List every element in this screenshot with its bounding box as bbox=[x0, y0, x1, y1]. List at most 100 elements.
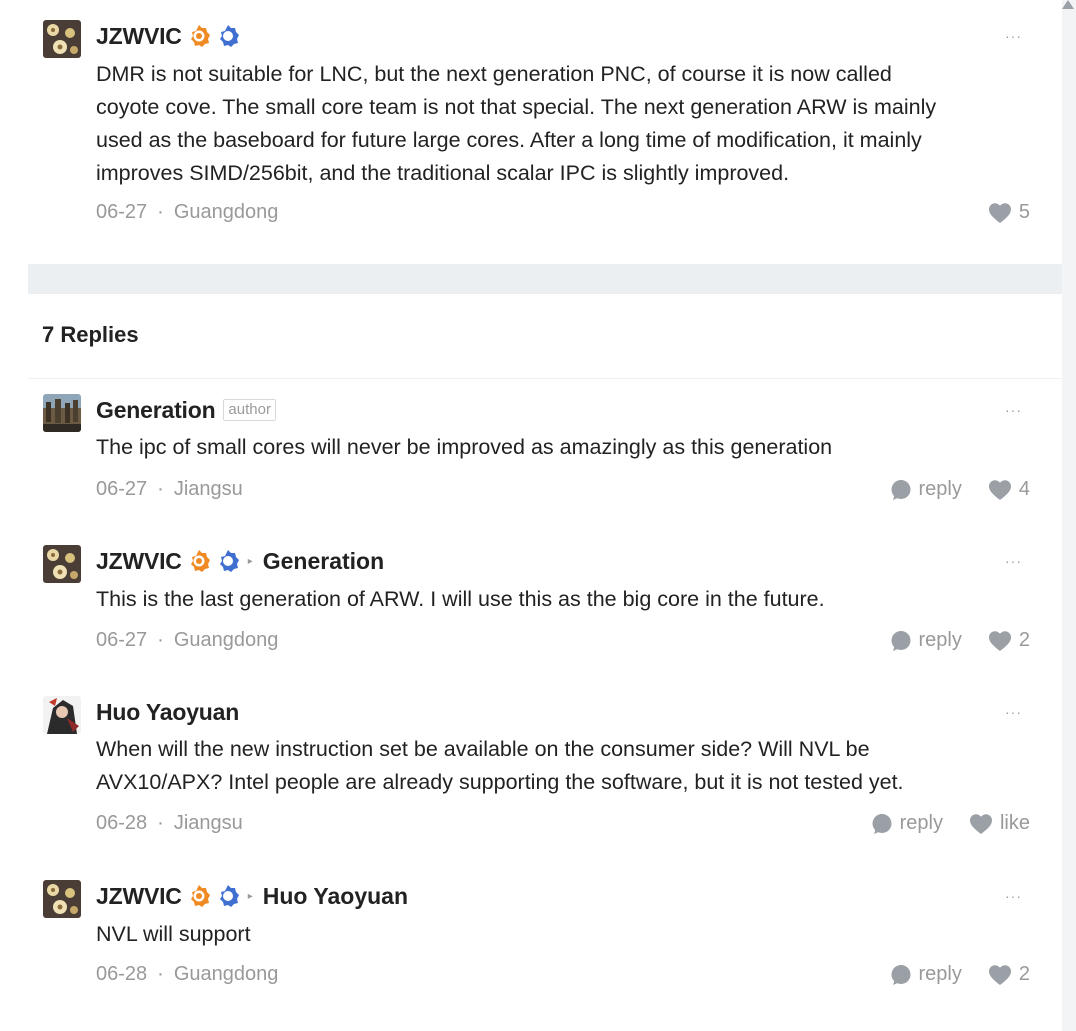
avatar[interactable] bbox=[43, 545, 81, 583]
reply-header: JZWVIC ▸ Generation bbox=[96, 546, 384, 576]
section-divider bbox=[28, 264, 1062, 294]
comment-thread-page: JZWVIC ··· DMR is not suitable for LNC, … bbox=[0, 0, 1076, 1031]
reply-button[interactable]: reply bbox=[890, 629, 962, 652]
like-button[interactable]: 5 bbox=[988, 201, 1030, 224]
more-options-button[interactable]: ··· bbox=[1005, 28, 1022, 44]
reply-to-username[interactable]: Huo Yaoyuan bbox=[263, 883, 408, 910]
username[interactable]: JZWVIC bbox=[96, 23, 182, 50]
orange-gear-badge-icon bbox=[187, 884, 211, 908]
reply-header: JZWVIC ▸ Huo Yaoyuan bbox=[96, 881, 408, 911]
like-button[interactable]: like bbox=[969, 812, 1030, 835]
reply-text: This is the last generation of ARW. I wi… bbox=[96, 587, 825, 611]
meta-separator: · bbox=[157, 812, 164, 834]
post-line: coyote cove. The small core team is not … bbox=[96, 95, 937, 119]
like-count: 2 bbox=[1018, 963, 1030, 985]
scroll-up-arrow-icon[interactable] bbox=[1062, 0, 1074, 9]
divider-line bbox=[28, 378, 1062, 379]
post-line: DMR is not suitable for LNC, but the nex… bbox=[96, 62, 892, 86]
blue-gear-badge-icon bbox=[216, 884, 240, 908]
post-meta: 06-27 · Guangdong bbox=[96, 201, 278, 224]
like-button[interactable]: 2 bbox=[988, 963, 1030, 986]
reply-button[interactable]: reply bbox=[890, 478, 962, 501]
speech-bubble-icon bbox=[891, 630, 911, 651]
avatar[interactable] bbox=[43, 20, 81, 58]
author-badge: author bbox=[223, 399, 276, 421]
blue-gear-badge-icon bbox=[216, 549, 240, 573]
speech-bubble-icon bbox=[891, 964, 911, 985]
meta-separator: · bbox=[157, 478, 164, 500]
reply-to-username[interactable]: Generation bbox=[263, 548, 384, 575]
username[interactable]: Generation bbox=[96, 397, 216, 424]
heart-icon bbox=[988, 630, 1011, 651]
username[interactable]: JZWVIC bbox=[96, 548, 182, 575]
reply-header: Huo Yaoyuan bbox=[96, 697, 239, 727]
reply-text: When will the new instruction set be ava… bbox=[96, 733, 904, 799]
reply-text: NVL will support bbox=[96, 922, 251, 946]
reply-location: Guangdong bbox=[173, 629, 279, 651]
meta-separator: · bbox=[157, 629, 164, 651]
avatar[interactable] bbox=[43, 394, 81, 432]
reply-label: reply bbox=[899, 812, 943, 834]
speech-bubble-icon bbox=[872, 813, 892, 834]
orange-gear-badge-icon bbox=[187, 549, 211, 573]
post-header: JZWVIC bbox=[96, 21, 240, 51]
reply-actions: reply 2 bbox=[890, 629, 1030, 652]
reply-label: reply bbox=[918, 629, 962, 651]
reply-meta: 06-28 · Jiangsu bbox=[96, 812, 243, 835]
like-count: 2 bbox=[1018, 629, 1030, 651]
reply-to-arrow-icon: ▸ bbox=[247, 890, 253, 902]
reply-location: Jiangsu bbox=[173, 812, 243, 834]
scrollbar-track[interactable] bbox=[1062, 0, 1076, 1031]
like-button[interactable]: 4 bbox=[988, 478, 1030, 501]
reply-location: Jiangsu bbox=[173, 478, 243, 500]
replies-count-heading: 7 Replies bbox=[42, 322, 139, 347]
reply-meta: 06-27 · Jiangsu bbox=[96, 478, 243, 501]
heart-icon bbox=[969, 813, 992, 834]
username[interactable]: JZWVIC bbox=[96, 883, 182, 910]
more-options-button[interactable]: ··· bbox=[1005, 888, 1022, 904]
heart-icon bbox=[988, 964, 1011, 985]
reply-meta: 06-27 · Guangdong bbox=[96, 629, 278, 652]
like-button[interactable]: 2 bbox=[988, 629, 1030, 652]
blue-gear-badge-icon bbox=[216, 24, 240, 48]
reply-date: 06-28 bbox=[96, 963, 148, 985]
reply-date: 06-28 bbox=[96, 812, 148, 834]
meta-separator: · bbox=[157, 201, 164, 223]
like-count: 4 bbox=[1018, 478, 1030, 500]
post-line: improves SIMD/256bit, and the traditiona… bbox=[96, 161, 790, 185]
reply-actions: reply 2 bbox=[890, 963, 1030, 986]
more-options-button[interactable]: ··· bbox=[1005, 704, 1022, 720]
heart-icon bbox=[988, 202, 1011, 223]
orange-gear-badge-icon bbox=[187, 24, 211, 48]
avatar[interactable] bbox=[43, 696, 81, 734]
speech-bubble-icon bbox=[891, 479, 911, 500]
reply-header: Generation author bbox=[96, 395, 276, 425]
reply-label: reply bbox=[918, 963, 962, 985]
more-options-button[interactable]: ··· bbox=[1005, 402, 1022, 418]
reply-label: reply bbox=[918, 478, 962, 500]
username[interactable]: Huo Yaoyuan bbox=[96, 699, 239, 726]
meta-separator: · bbox=[157, 963, 164, 985]
like-count: 5 bbox=[1018, 201, 1030, 223]
reply-text: The ipc of small cores will never be imp… bbox=[96, 435, 833, 459]
post-location: Guangdong bbox=[173, 201, 279, 223]
reply-date: 06-27 bbox=[96, 629, 148, 651]
reply-date: 06-27 bbox=[96, 478, 148, 500]
reply-line: When will the new instruction set be ava… bbox=[96, 737, 870, 761]
post-actions: 5 bbox=[988, 201, 1030, 224]
reply-actions: reply like bbox=[871, 812, 1030, 835]
avatar[interactable] bbox=[43, 880, 81, 918]
heart-icon bbox=[988, 479, 1011, 500]
reply-meta: 06-28 · Guangdong bbox=[96, 963, 278, 986]
post-date: 06-27 bbox=[96, 201, 148, 223]
reply-actions: reply 4 bbox=[890, 478, 1030, 501]
reply-button[interactable]: reply bbox=[890, 963, 962, 986]
reply-line: AVX10/APX? Intel people are already supp… bbox=[96, 770, 904, 794]
reply-button[interactable]: reply bbox=[871, 812, 943, 835]
post-body: DMR is not suitable for LNC, but the nex… bbox=[96, 58, 936, 190]
like-label: like bbox=[999, 812, 1030, 834]
reply-to-arrow-icon: ▸ bbox=[247, 555, 253, 567]
more-options-button[interactable]: ··· bbox=[1005, 553, 1022, 569]
reply-location: Guangdong bbox=[173, 963, 279, 985]
post-line: used as the baseboard for future large c… bbox=[96, 128, 922, 152]
